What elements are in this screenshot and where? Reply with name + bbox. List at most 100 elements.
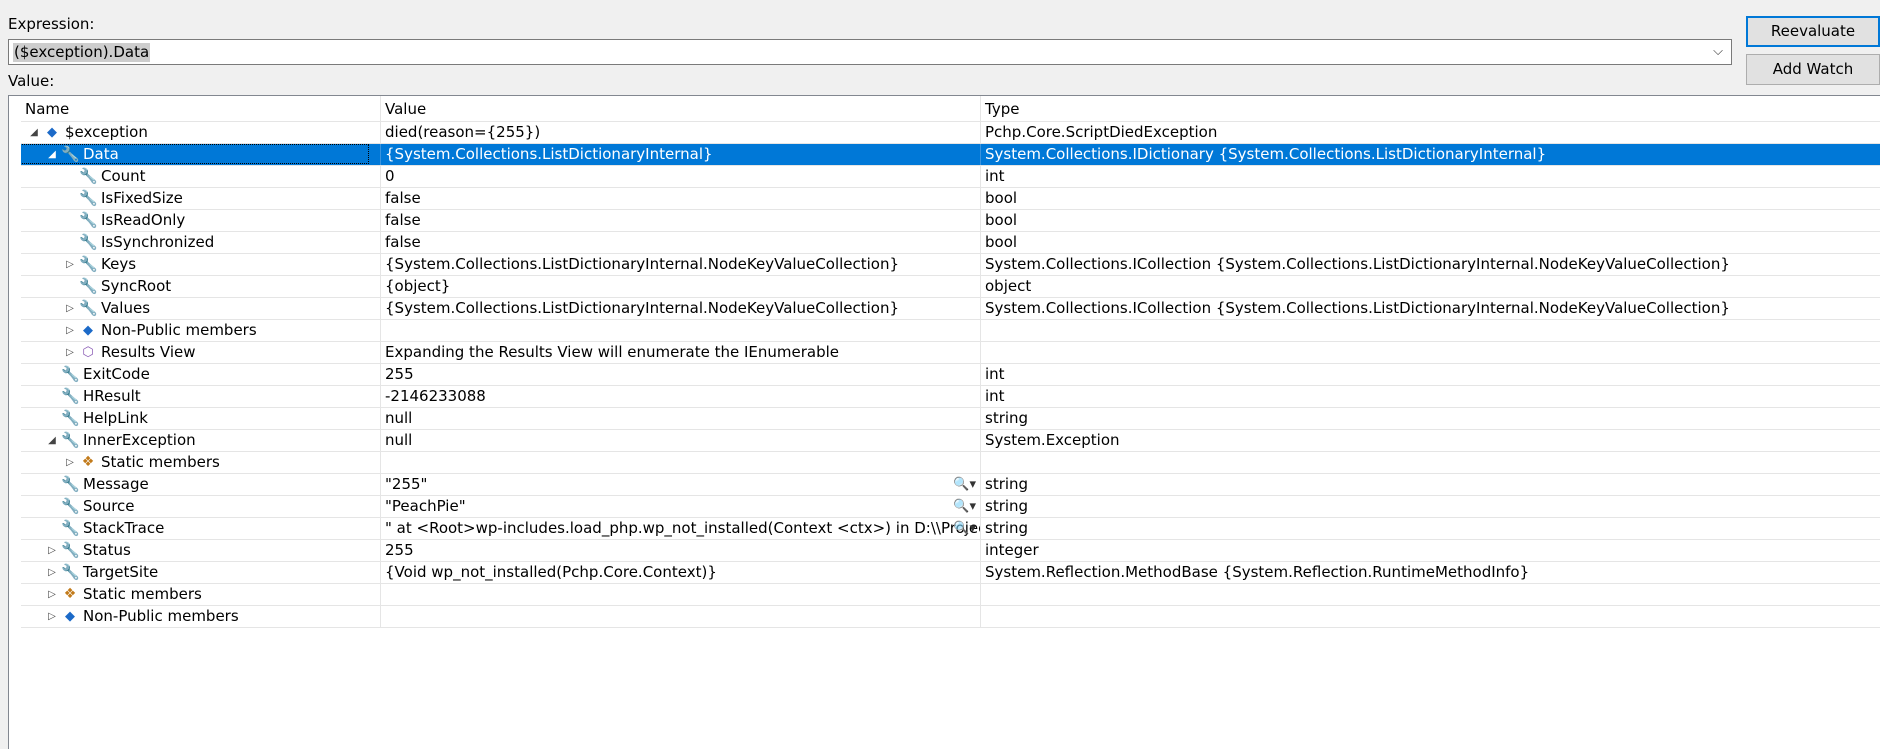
name-cell[interactable]: ▷ ⬡ Results View [21, 342, 381, 363]
column-header-name[interactable]: Name [21, 96, 381, 121]
table-row[interactable]: 🔧 HelpLink null string [21, 408, 1880, 430]
name-cell[interactable]: 🔧 Message [21, 474, 381, 495]
name-cell[interactable]: ▷ ❖ Static members [21, 584, 381, 605]
name-cell[interactable]: ▷ ◆ Non-Public members [21, 320, 381, 341]
expand-arrow-icon[interactable]: ▷ [63, 452, 77, 473]
value-cell[interactable] [381, 452, 981, 473]
value-cell[interactable] [381, 584, 981, 605]
type-cell[interactable]: bool [981, 210, 1880, 231]
expand-arrow-icon[interactable]: ▷ [45, 584, 59, 605]
table-row[interactable]: ▷ 🔧 Keys {System.Collections.ListDictionary… [21, 254, 1880, 276]
name-cell[interactable]: ◢ ◆ $exception [21, 122, 381, 143]
table-row[interactable]: ▷ ⬡ Results View Expanding the Results View… [21, 342, 1880, 364]
table-row[interactable]: 🔧 SyncRoot {object} object [21, 276, 1880, 298]
name-cell[interactable]: ▷ 🔧 Values [21, 298, 381, 319]
table-row[interactable]: ▷ 🔧 Values {System.Collections.ListDictiona… [21, 298, 1880, 320]
name-cell[interactable]: ▷ ❖ Static members [21, 452, 381, 473]
table-row[interactable]: ▷ 🔧 TargetSite {Void wp_not_installed(Pchp.… [21, 562, 1880, 584]
expand-arrow-icon[interactable]: ▷ [63, 298, 77, 319]
value-cell[interactable]: {System.Collections.ListDictionaryIntern… [381, 144, 981, 165]
name-cell[interactable]: ▷ ◆ Non-Public members [21, 606, 381, 627]
type-cell[interactable]: string [981, 474, 1880, 495]
type-cell[interactable] [981, 606, 1880, 627]
name-cell[interactable]: 🔧 Count [21, 166, 381, 187]
value-cell[interactable]: false [381, 210, 981, 231]
collapse-arrow-icon[interactable]: ◢ [45, 430, 59, 451]
collapse-arrow-icon[interactable]: ◢ [45, 144, 59, 165]
value-cell[interactable]: 0 [381, 166, 981, 187]
name-cell[interactable]: 🔧 IsSynchronized [21, 232, 381, 253]
value-cell[interactable]: "PeachPie" 🔍▾ [381, 496, 981, 517]
expand-arrow-icon[interactable]: ▷ [45, 562, 59, 583]
table-row[interactable]: 🔧 IsReadOnly false bool [21, 210, 1880, 232]
type-cell[interactable]: System.Exception [981, 430, 1880, 451]
table-row[interactable]: 🔧 Message "255" 🔍▾ string [21, 474, 1880, 496]
type-cell[interactable]: System.Collections.IDictionary {System.C… [981, 144, 1880, 165]
value-cell[interactable]: {object} [381, 276, 981, 297]
type-cell[interactable]: int [981, 166, 1880, 187]
type-cell[interactable]: int [981, 386, 1880, 407]
value-cell[interactable]: false [381, 232, 981, 253]
name-cell[interactable]: ◢ 🔧 InnerException [21, 430, 381, 451]
value-cell[interactable]: {System.Collections.ListDictionaryIntern… [381, 254, 981, 275]
column-header-value[interactable]: Value [381, 96, 981, 121]
name-cell[interactable]: ▷ 🔧 Keys [21, 254, 381, 275]
name-cell[interactable]: 🔧 IsReadOnly [21, 210, 381, 231]
table-row[interactable]: 🔧 HResult -2146233088 int [21, 386, 1880, 408]
reevaluate-button[interactable]: Reevaluate [1746, 16, 1880, 47]
table-row[interactable]: ▷ ❖ Static members [21, 584, 1880, 606]
expression-input[interactable]: ($exception).Data [13, 43, 151, 62]
type-cell[interactable]: System.Reflection.MethodBase {System.Ref… [981, 562, 1880, 583]
type-cell[interactable]: bool [981, 232, 1880, 253]
expand-arrow-icon[interactable]: ▷ [63, 254, 77, 275]
expand-arrow-icon[interactable]: ▷ [63, 320, 77, 341]
table-row[interactable]: ◢ 🔧 InnerException null System.Exception [21, 430, 1880, 452]
expand-arrow-icon[interactable]: ▷ [45, 540, 59, 561]
type-cell[interactable] [981, 342, 1880, 363]
name-cell[interactable]: 🔧 ExitCode [21, 364, 381, 385]
table-row[interactable]: ◢ 🔧 Data {System.Collections.ListDictionary… [21, 144, 1880, 166]
text-visualizer-icon[interactable]: 🔍▾ [953, 518, 976, 539]
value-cell[interactable]: {System.Collections.ListDictionaryIntern… [381, 298, 981, 319]
name-cell[interactable]: ▷ 🔧 Status [21, 540, 381, 561]
name-cell[interactable]: ◢ 🔧 Data [21, 144, 381, 165]
value-cell[interactable] [381, 606, 981, 627]
type-cell[interactable] [981, 452, 1880, 473]
name-cell[interactable]: 🔧 HResult [21, 386, 381, 407]
column-header-type[interactable]: Type [981, 96, 1880, 121]
table-row[interactable]: ▷ ❖ Static members [21, 452, 1880, 474]
name-cell[interactable]: 🔧 HelpLink [21, 408, 381, 429]
value-cell[interactable]: Expanding the Results View will enumerat… [381, 342, 981, 363]
type-cell[interactable]: string [981, 408, 1880, 429]
value-cell[interactable] [381, 320, 981, 341]
type-cell[interactable]: string [981, 496, 1880, 517]
type-cell[interactable]: bool [981, 188, 1880, 209]
table-row[interactable]: 🔧 Source "PeachPie" 🔍▾ string [21, 496, 1880, 518]
value-cell[interactable]: false [381, 188, 981, 209]
expand-arrow-icon[interactable]: ▷ [45, 606, 59, 627]
name-cell[interactable]: 🔧 IsFixedSize [21, 188, 381, 209]
value-cell[interactable]: died(reason={255}) [381, 122, 981, 143]
type-cell[interactable]: string [981, 518, 1880, 539]
type-cell[interactable]: Pchp.Core.ScriptDiedException [981, 122, 1880, 143]
type-cell[interactable]: System.Collections.ICollection {System.C… [981, 254, 1880, 275]
type-cell[interactable] [981, 584, 1880, 605]
table-row[interactable]: 🔧 IsSynchronized false bool [21, 232, 1880, 254]
type-cell[interactable]: integer [981, 540, 1880, 561]
value-grid[interactable]: Name Value Type ◢ ◆ $exception died(reason=… [8, 95, 1880, 749]
value-cell[interactable]: {Void wp_not_installed(Pchp.Core.Context… [381, 562, 981, 583]
type-cell[interactable]: System.Collections.ICollection {System.C… [981, 298, 1880, 319]
name-cell[interactable]: 🔧 SyncRoot [21, 276, 381, 297]
expression-combobox[interactable]: ($exception).Data ⌵ [8, 39, 1732, 65]
value-cell[interactable]: null [381, 408, 981, 429]
name-cell[interactable]: 🔧 Source [21, 496, 381, 517]
value-cell[interactable]: null [381, 430, 981, 451]
value-cell[interactable]: 255 [381, 364, 981, 385]
table-row[interactable]: ◢ ◆ $exception died(reason={255}) Pchp.Core.… [21, 122, 1880, 144]
name-cell[interactable]: ▷ 🔧 TargetSite [21, 562, 381, 583]
table-row[interactable]: 🔧 ExitCode 255 int [21, 364, 1880, 386]
table-row[interactable]: 🔧 IsFixedSize false bool [21, 188, 1880, 210]
value-cell[interactable]: 255 [381, 540, 981, 561]
type-cell[interactable] [981, 320, 1880, 341]
table-row[interactable]: ▷ ◆ Non-Public members [21, 606, 1880, 628]
